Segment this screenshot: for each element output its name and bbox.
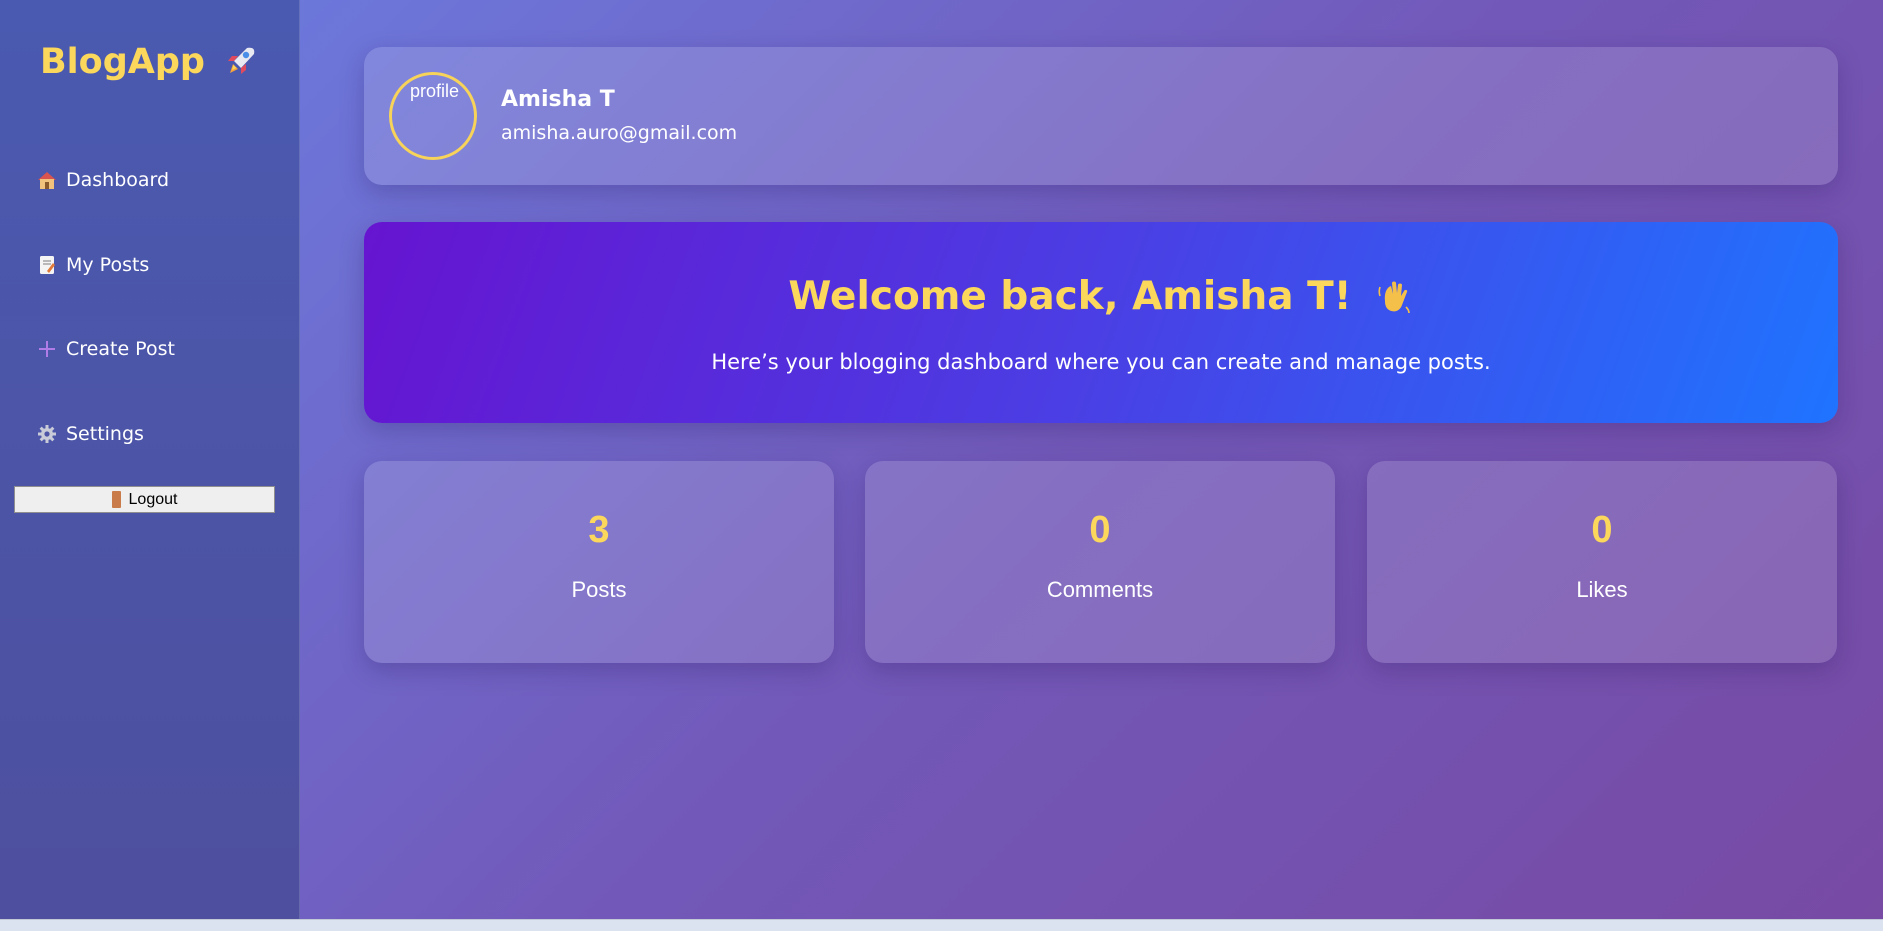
- logout-button[interactable]: Logout: [14, 486, 275, 513]
- sidebar-item-dashboard[interactable]: Dashboard: [36, 163, 169, 197]
- window-bottom-edge: [0, 919, 1883, 931]
- sidebar: BlogApp Dashboard My Posts Create Post S…: [0, 0, 300, 919]
- welcome-banner: Welcome back, Amisha T! Here’s your blog…: [364, 222, 1838, 423]
- house-icon: [38, 172, 56, 189]
- plus-icon: [39, 341, 55, 357]
- document-icon: [40, 256, 55, 274]
- sidebar-item-label: Create Post: [66, 338, 175, 360]
- stat-value: 0: [1089, 509, 1111, 551]
- stat-value: 0: [1591, 509, 1613, 551]
- avatar-alt-text: profile: [410, 81, 460, 101]
- stat-card-posts: 3 Posts: [364, 461, 834, 663]
- stat-label: Likes: [1576, 577, 1628, 602]
- user-name: Amisha T: [501, 87, 615, 112]
- rocket-icon: [227, 47, 255, 74]
- gear-icon: [38, 425, 56, 443]
- avatar[interactable]: profile: [389, 72, 477, 160]
- stat-card-comments: 0 Comments: [865, 461, 1335, 663]
- stat-label: Comments: [1046, 577, 1154, 602]
- sidebar-item-label: Settings: [66, 423, 144, 445]
- sidebar-item-label: Dashboard: [66, 169, 170, 191]
- sidebar-item-settings[interactable]: Settings: [36, 417, 144, 451]
- welcome-heading: Welcome back, Amisha T!: [364, 274, 1838, 319]
- welcome-title: Welcome back, Amisha T!: [788, 274, 1352, 319]
- sidebar-item-create-post[interactable]: Create Post: [36, 332, 175, 366]
- sidebar-item-my-posts[interactable]: My Posts: [36, 248, 149, 282]
- waving-hand-icon: [1378, 281, 1410, 313]
- brand-logo[interactable]: BlogApp: [40, 42, 259, 82]
- stat-card-likes: 0 Likes: [1367, 461, 1837, 663]
- stat-value: 3: [588, 509, 610, 551]
- brand-name: BlogApp: [40, 42, 205, 82]
- profile-card: profile Amisha T amisha.auro@gmail.com: [364, 47, 1838, 185]
- sidebar-item-label: My Posts: [66, 254, 150, 276]
- door-icon: [111, 491, 121, 508]
- welcome-subtitle: Here’s your blogging dashboard where you…: [711, 350, 1491, 374]
- logout-label: Logout: [128, 490, 178, 508]
- user-email: amisha.auro@gmail.com: [501, 122, 738, 144]
- stat-label: Posts: [571, 577, 627, 602]
